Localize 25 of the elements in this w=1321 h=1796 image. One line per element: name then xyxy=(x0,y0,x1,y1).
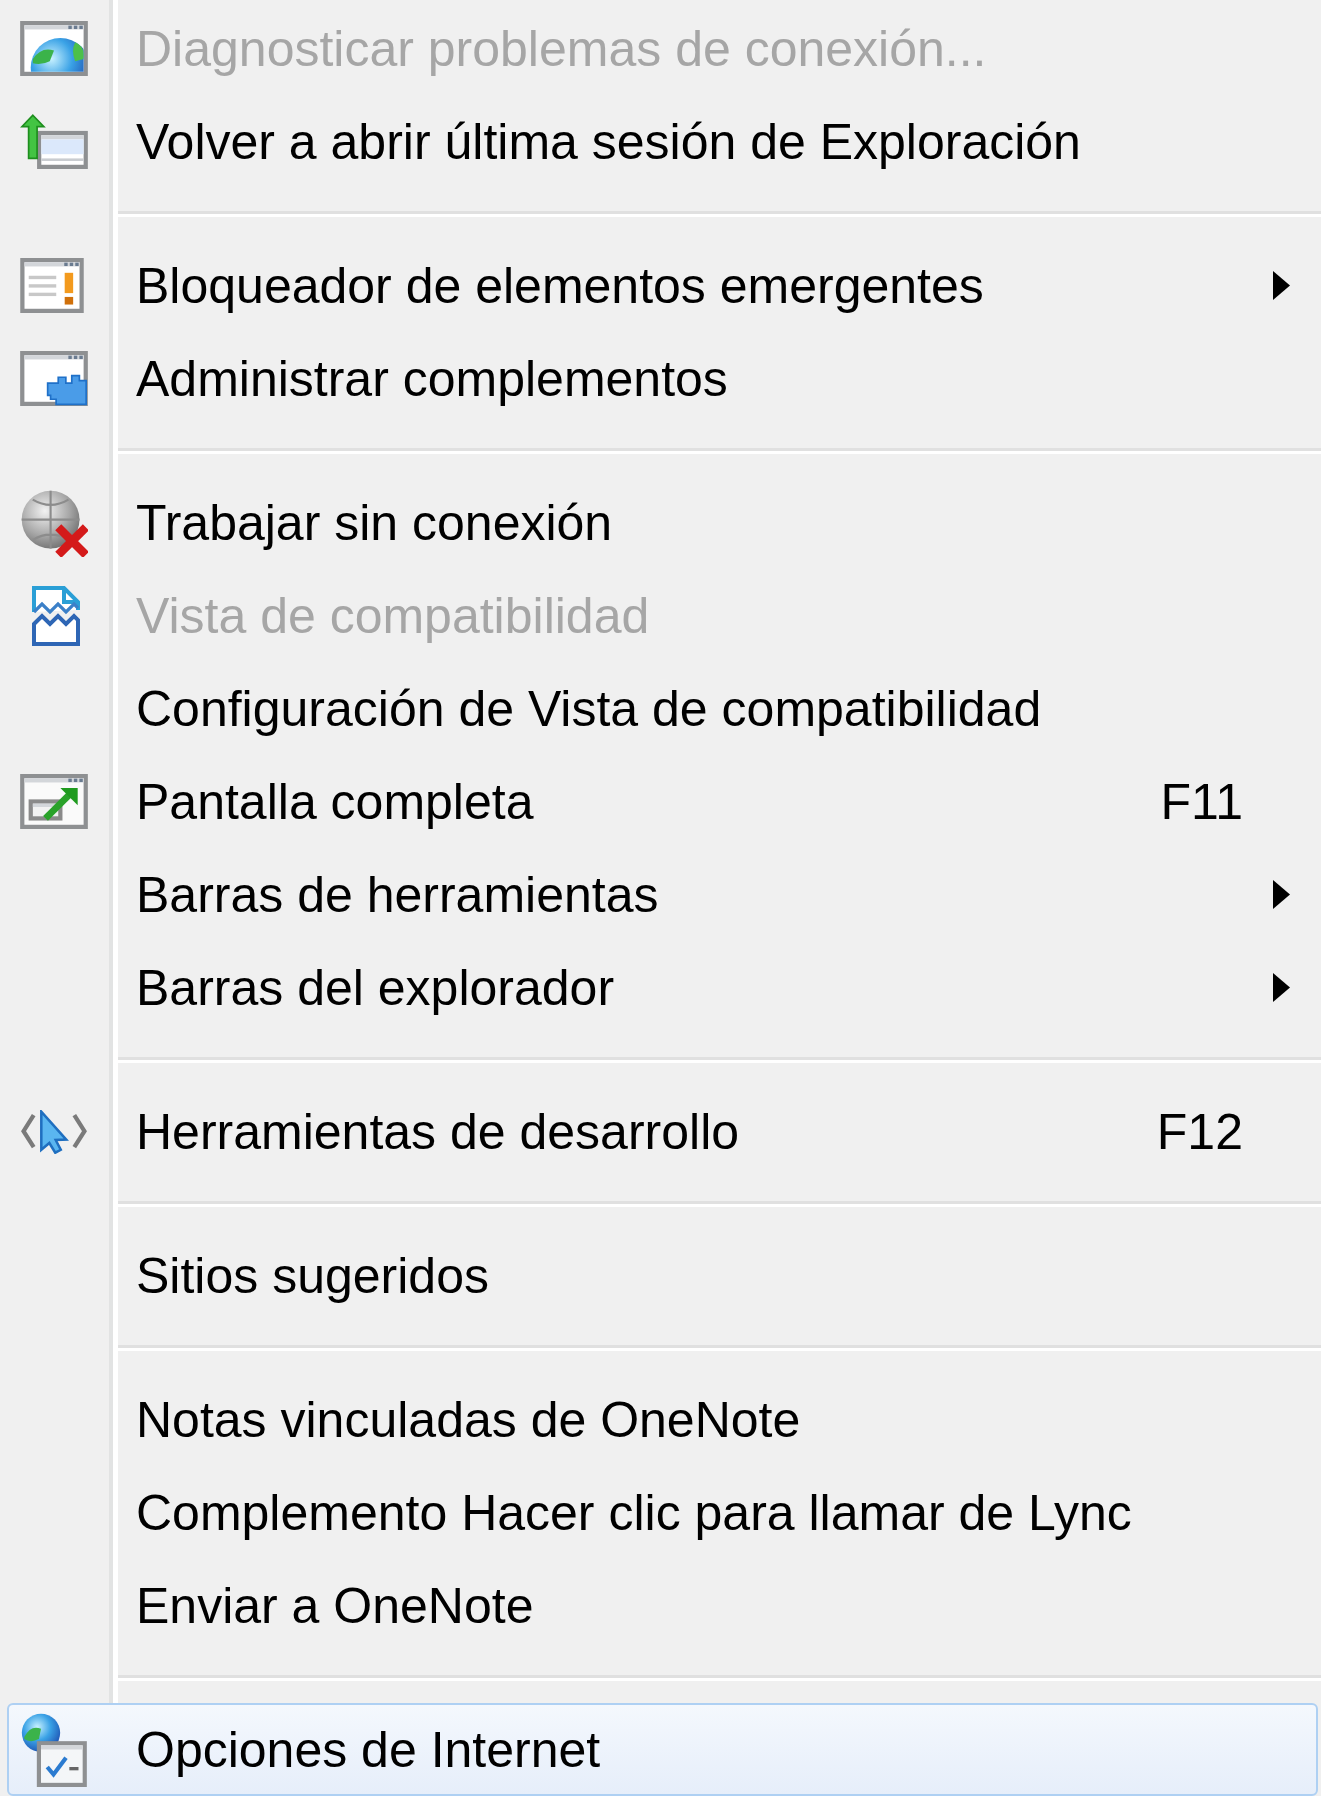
menu-item[interactable]: Configuración de Vista de compatibilidad xyxy=(7,662,1318,755)
menu-item[interactable]: Pantalla completa F11 xyxy=(7,755,1318,848)
menu-item[interactable]: Opciones de Internet xyxy=(7,1703,1318,1796)
menu-item[interactable]: Sitios sugeridos xyxy=(7,1229,1318,1322)
globe-x-icon xyxy=(20,488,88,557)
globe-window-icon xyxy=(20,21,88,76)
menu-item[interactable]: Administrar complementos xyxy=(7,332,1318,425)
menu-item[interactable]: Volver a abrir última sesión de Exploración xyxy=(7,95,1318,188)
globe-checklist-icon xyxy=(20,1712,87,1787)
shortcut-label: F11 xyxy=(1160,772,1243,831)
window-expand-icon xyxy=(20,774,88,829)
menu-item[interactable]: Herramientas de desarrollo F12 xyxy=(7,1085,1318,1178)
menu-item[interactable]: Enviar a OneNote xyxy=(7,1559,1318,1652)
menu-item[interactable]: Barras del explorador xyxy=(7,941,1318,1034)
arrow-window-icon xyxy=(20,114,88,169)
puzzle-window-icon xyxy=(20,351,88,406)
cursor-brackets-icon xyxy=(20,1109,88,1154)
menu-item[interactable]: Barras de herramientas xyxy=(7,848,1318,941)
menu-item[interactable]: Notas vinculadas de OneNote xyxy=(7,1373,1318,1466)
menu-item[interactable]: Complemento Hacer clic para llamar de Lync xyxy=(7,1466,1318,1559)
shortcut-label: F12 xyxy=(1156,1102,1243,1161)
menu-item[interactable]: Trabajar sin conexión xyxy=(7,476,1318,569)
broken-page-icon xyxy=(32,585,80,646)
window-warning-icon xyxy=(20,258,84,313)
menu-item[interactable]: Bloqueador de elementos emergentes xyxy=(7,239,1318,332)
